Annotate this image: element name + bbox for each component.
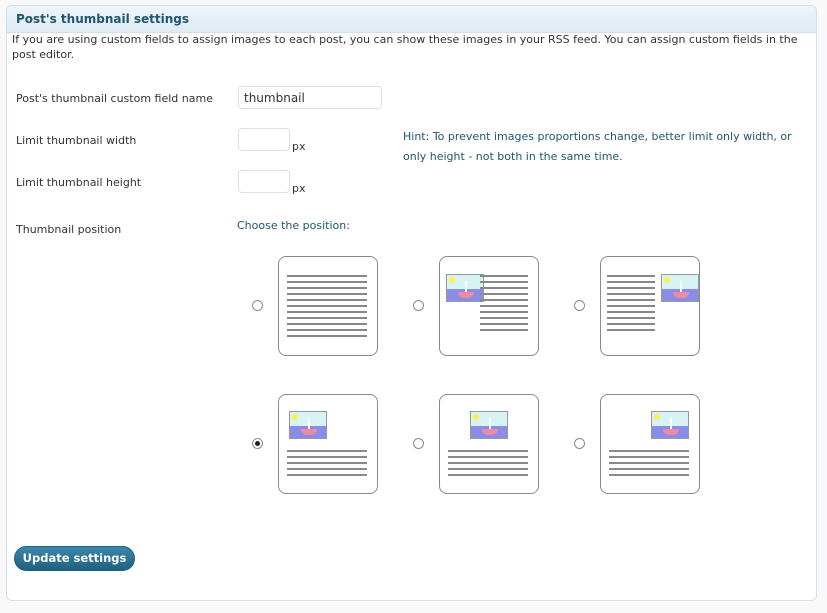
panel-title: Post's thumbnail settings [7, 6, 816, 33]
landscape-image-icon [289, 411, 327, 439]
update-settings-button[interactable]: Update settings [14, 546, 135, 571]
height-unit: px [292, 182, 306, 195]
position-preview-above-center[interactable] [439, 394, 539, 494]
custom-field-input[interactable] [238, 86, 382, 109]
landscape-image-icon [470, 411, 508, 439]
custom-field-label: Post's thumbnail custom field name [16, 92, 213, 105]
landscape-image-icon [651, 411, 689, 439]
position-radio-none[interactable] [252, 300, 263, 311]
position-radio-above-right[interactable] [574, 438, 585, 449]
thumbnail-position-label: Thumbnail position [16, 223, 122, 236]
width-unit: px [292, 140, 306, 153]
position-radio-above-left[interactable] [252, 438, 263, 449]
width-label: Limit thumbnail width [16, 134, 137, 147]
position-preview-above-right[interactable] [600, 394, 700, 494]
position-radio-above-center[interactable] [413, 438, 424, 449]
position-preview-top-left[interactable] [439, 256, 539, 356]
dimension-hint: Hint: To prevent images proportions chan… [403, 130, 792, 163]
position-preview-none[interactable] [278, 256, 378, 356]
position-radio-top-left[interactable] [413, 300, 424, 311]
height-input[interactable] [238, 170, 290, 193]
intro-text: If you are using custom fields to assign… [12, 33, 798, 61]
landscape-image-icon [446, 274, 484, 302]
height-label: Limit thumbnail height [16, 176, 142, 189]
choose-position-label: Choose the position: [237, 219, 350, 232]
position-preview-above-left[interactable] [278, 394, 378, 494]
landscape-image-icon [661, 274, 699, 302]
width-input[interactable] [238, 128, 290, 151]
position-preview-top-right[interactable] [600, 256, 700, 356]
position-radio-top-right[interactable] [574, 300, 585, 311]
